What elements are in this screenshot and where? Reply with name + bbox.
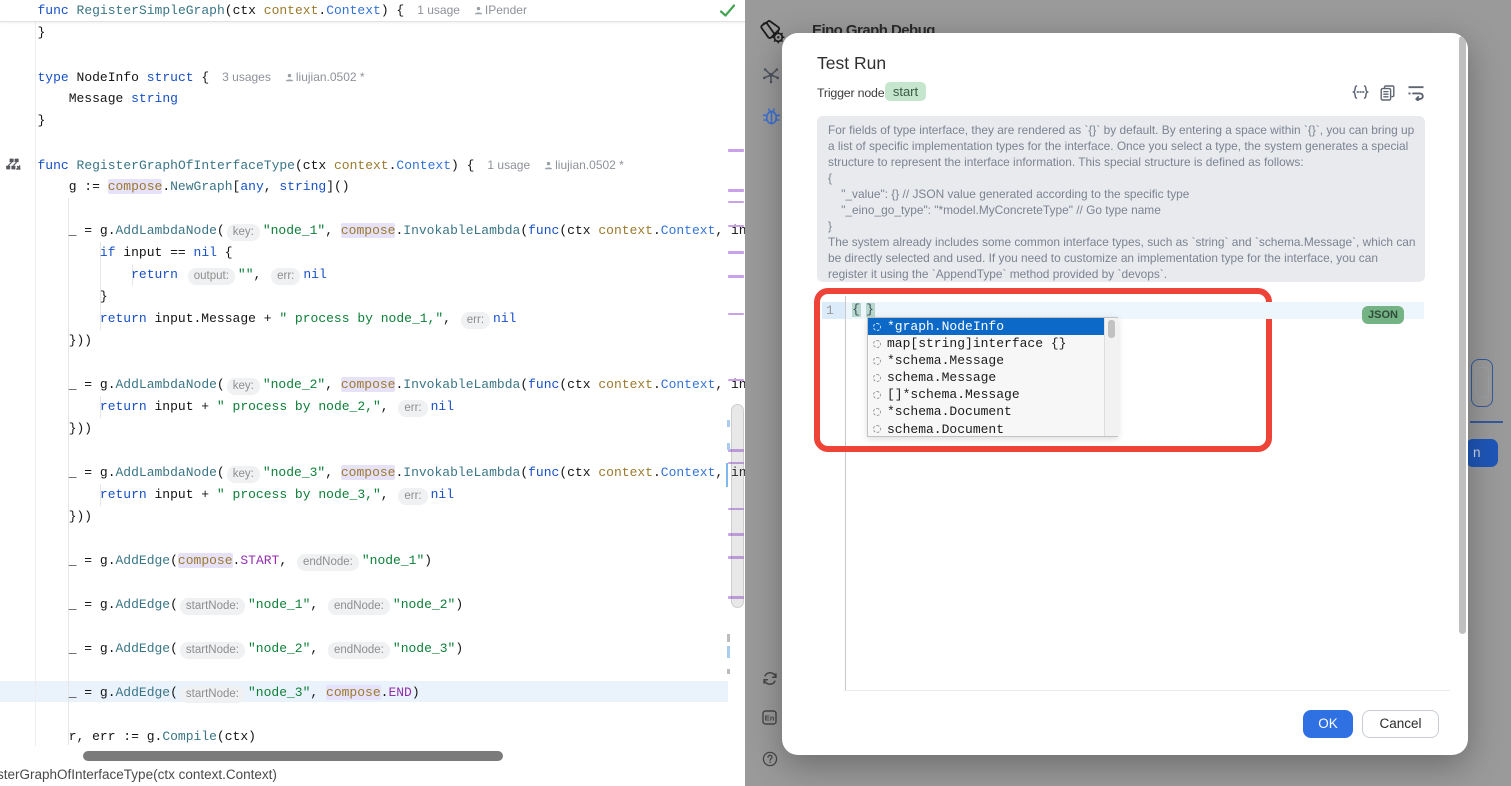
svg-text:En: En: [765, 714, 775, 723]
